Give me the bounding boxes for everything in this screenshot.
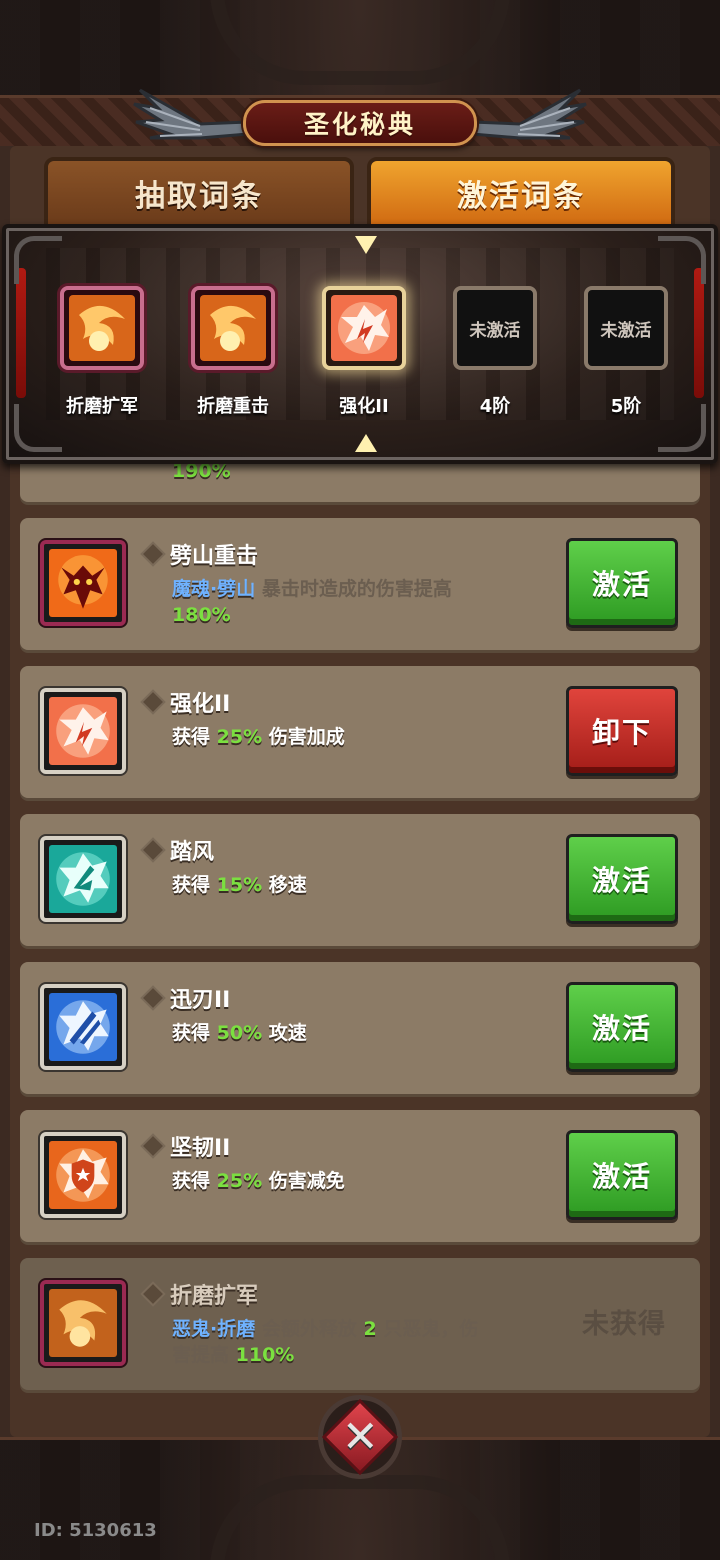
activate-button[interactable]: 激活	[566, 1130, 678, 1220]
corner-ornament	[658, 236, 706, 284]
activate-button[interactable]: 激活	[566, 982, 678, 1072]
skill-slot-selected[interactable]: 强化II	[318, 286, 410, 418]
diamond-bullet-icon	[143, 1136, 163, 1156]
tab-activate-traits[interactable]: 激活词条	[367, 157, 675, 229]
trait-desc: 获得 25% 伤害减免	[172, 1170, 345, 1192]
activate-button[interactable]: 激活	[566, 538, 678, 628]
slot-label: 5阶	[610, 396, 642, 417]
equipped-skill-bar: 折磨扩军 折磨重击 强化II 未激活 4阶 未激活 5阶	[2, 224, 718, 464]
corner-ornament	[14, 404, 62, 452]
trait-card: 折磨扩军 恶鬼·折磨 会额外释放 2 只恶鬼，伤 害提高 110% 未获得	[20, 1258, 700, 1390]
shield-icon	[49, 1141, 117, 1209]
selected-marker-icon	[355, 434, 377, 452]
trait-name: 迅刃II	[170, 988, 231, 1013]
trait-card-partial: 190% 激活	[20, 460, 700, 502]
trait-card: 强化II 获得 25% 伤害加成 卸下	[20, 666, 700, 798]
trait-icon-frame	[40, 540, 126, 626]
slot-label: 强化II	[339, 396, 389, 417]
locked-text: 未激活	[469, 320, 521, 341]
demon-fire-icon	[69, 295, 135, 361]
trait-name: 坚韧II	[170, 1136, 231, 1161]
slot-label: 4阶	[479, 396, 511, 417]
corner-ornament	[14, 236, 62, 284]
wing-right-icon	[470, 88, 587, 140]
trait-desc: 获得 50% 攻速	[172, 1022, 307, 1044]
strength-icon	[331, 295, 397, 361]
trait-card: 劈山重击 魔魂·劈山 暴击时造成的伤害提高 180% 激活	[20, 518, 700, 650]
slot-label: 折磨扩军	[66, 396, 138, 417]
trait-desc: 魔魂·劈山 暴击时造成的伤害提高 180%	[172, 578, 452, 626]
close-icon: ✕	[341, 1411, 379, 1462]
trait-icon-frame	[40, 688, 126, 774]
tab-draw-traits[interactable]: 抽取词条	[44, 157, 354, 229]
trait-list[interactable]: 190% 激活 劈山重击 魔魂·劈山 暴击时造成的伤害提高 180% 激活	[20, 460, 700, 1425]
activate-button[interactable]: 激活	[566, 834, 678, 924]
trait-name: 折磨扩军	[170, 1284, 259, 1309]
skill-slot[interactable]: 折磨重击	[187, 286, 279, 418]
trait-name: 劈山重击	[170, 544, 259, 569]
trait-card: 坚韧II 获得 25% 伤害减免 激活	[20, 1110, 700, 1242]
unequip-button[interactable]: 卸下	[566, 686, 678, 776]
user-id: ID: 5130613	[34, 1520, 157, 1541]
diamond-bullet-icon	[143, 1284, 163, 1304]
selected-marker-icon	[355, 236, 377, 254]
diamond-bullet-icon	[143, 988, 163, 1008]
demon-icon	[49, 549, 117, 617]
trait-desc: 获得 15% 移速	[172, 874, 307, 896]
title-banner: 圣化秘典	[243, 100, 477, 146]
not-obtained-status: 未获得	[582, 1309, 666, 1340]
locked-text: 未激活	[600, 320, 652, 341]
demon-fire-icon	[200, 295, 266, 361]
trait-icon-frame	[40, 984, 126, 1070]
skill-slot-locked[interactable]: 未激活 5阶	[580, 286, 672, 418]
diamond-bullet-icon	[143, 840, 163, 860]
title-header: 圣化秘典	[0, 82, 720, 152]
diamond-bullet-icon	[143, 544, 163, 564]
trait-icon-frame	[40, 1280, 126, 1366]
demon-fire-icon	[49, 1289, 117, 1357]
skill-slot-locked[interactable]: 未激活 4阶	[449, 286, 541, 418]
skill-slot[interactable]: 折磨扩军	[56, 286, 148, 418]
wind-icon	[49, 845, 117, 913]
trait-name: 强化II	[170, 692, 231, 717]
trait-desc: 获得 25% 伤害加成	[172, 726, 345, 748]
trait-icon-frame	[40, 1132, 126, 1218]
blade-icon	[49, 993, 117, 1061]
trait-name: 踏风	[170, 840, 215, 865]
page-title: 圣化秘典	[303, 110, 416, 139]
trait-card: 踏风 获得 15% 移速 激活	[20, 814, 700, 946]
wing-left-icon	[133, 88, 250, 140]
trait-icon-frame	[40, 836, 126, 922]
diamond-bullet-icon	[143, 692, 163, 712]
strength-icon	[49, 697, 117, 765]
close-button[interactable]: ✕	[318, 1395, 402, 1479]
slot-label: 折磨重击	[197, 396, 269, 417]
trait-desc: 恶鬼·折磨 会额外释放 2 只恶鬼，伤 害提高 110%	[172, 1318, 479, 1366]
trait-card: 迅刃II 获得 50% 攻速 激活	[20, 962, 700, 1094]
